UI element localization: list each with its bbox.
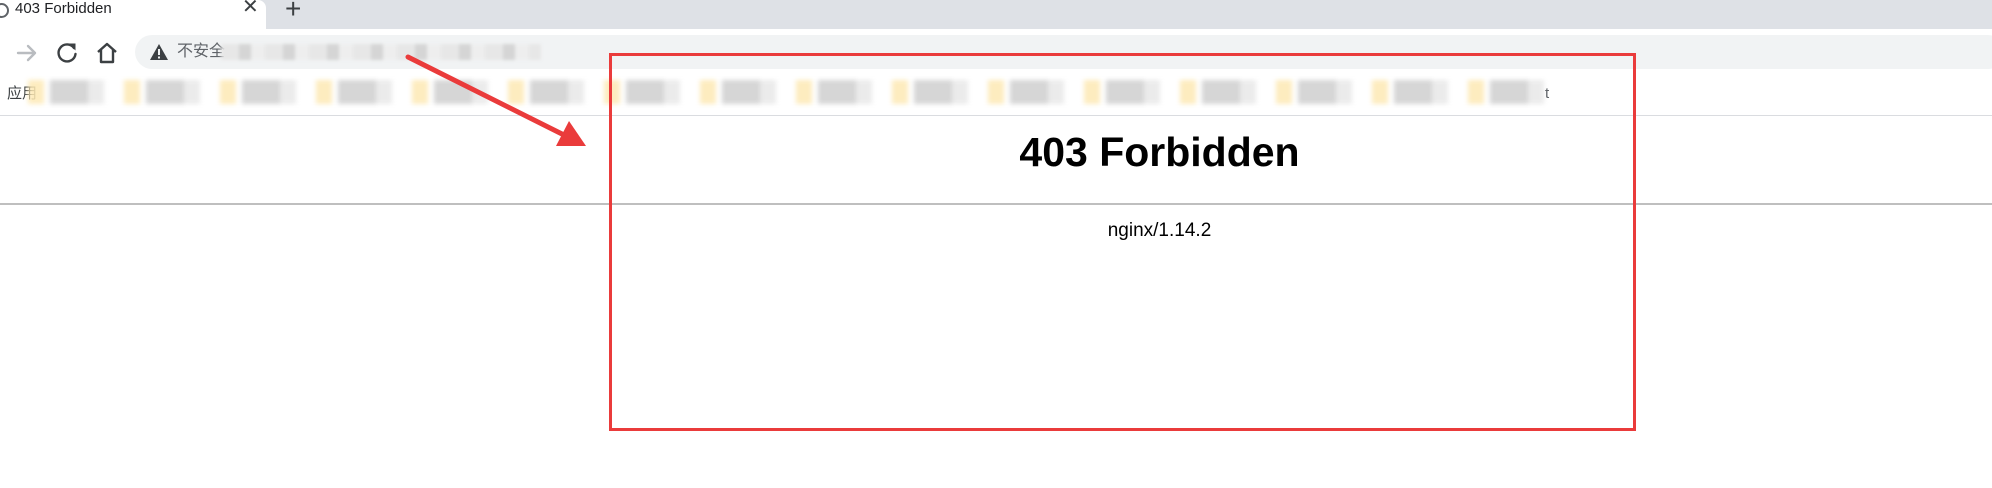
annotation-arrow-icon	[405, 54, 586, 146]
